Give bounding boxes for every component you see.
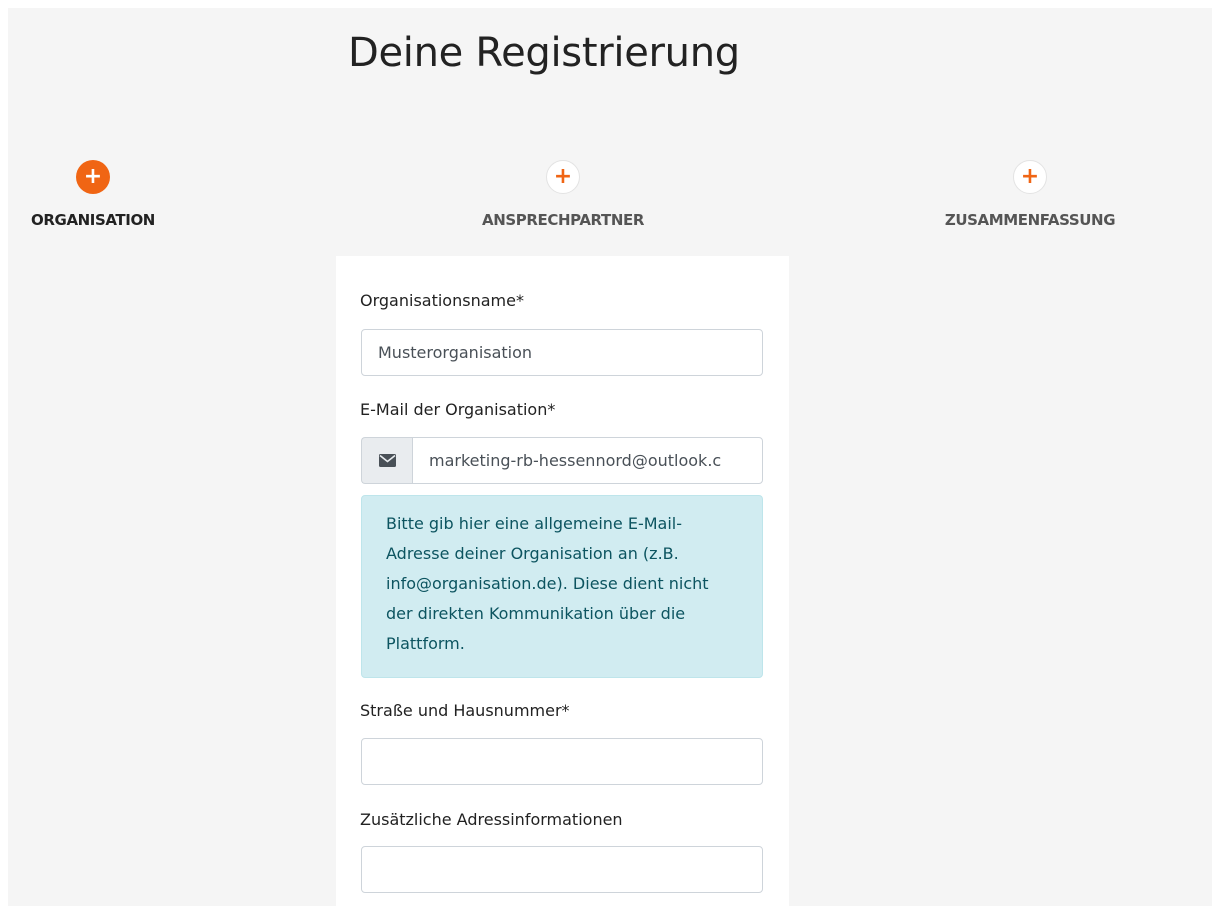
email-input-group: marketing-rb-hessennord@outlook.c [361, 437, 763, 484]
registration-form: Organisationsname* Musterorganisation E-… [336, 256, 789, 906]
plus-icon[interactable]: + [546, 160, 580, 194]
page-title: Deine Registrierung [348, 30, 740, 76]
plus-icon[interactable]: + [76, 160, 110, 194]
step-ansprechpartner[interactable]: + ANSPRECHPARTNER [474, 160, 652, 229]
step-label: ORGANISATION [31, 211, 155, 229]
email-label: E-Mail der Organisation* [360, 400, 556, 419]
org-name-label: Organisationsname* [360, 291, 524, 310]
address-extra-input[interactable] [361, 846, 763, 893]
address-extra-label: Zusätzliche Adressinformationen [360, 810, 623, 829]
step-label: ANSPRECHPARTNER [481, 211, 644, 229]
org-name-input[interactable]: Musterorganisation [361, 329, 763, 376]
step-zusammenfassung[interactable]: + ZUSAMMENFASSUNG [930, 160, 1130, 229]
step-organisation[interactable]: + ORGANISATION [22, 160, 164, 229]
street-input[interactable] [361, 738, 763, 785]
plus-icon[interactable]: + [1013, 160, 1047, 194]
envelope-icon [361, 437, 412, 484]
step-label: ZUSAMMENFASSUNG [944, 211, 1116, 229]
email-input[interactable]: marketing-rb-hessennord@outlook.c [412, 437, 763, 484]
street-label: Straße und Hausnummer* [360, 701, 570, 720]
registration-page: Deine Registrierung + ORGANISATION + ANS… [8, 8, 1212, 906]
email-info-alert: Bitte gib hier eine allgemeine E-Mail-Ad… [361, 495, 763, 678]
